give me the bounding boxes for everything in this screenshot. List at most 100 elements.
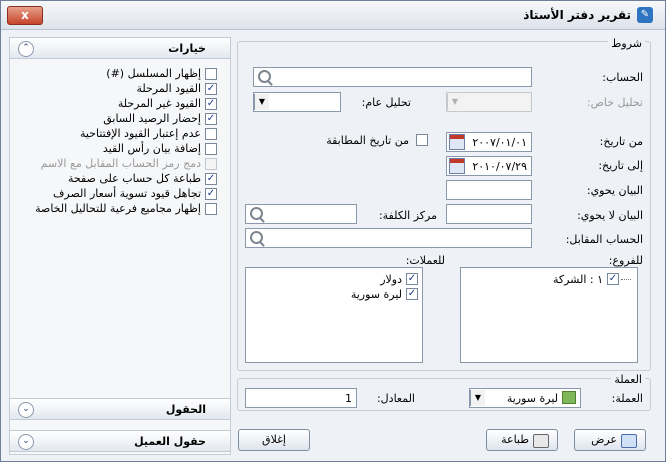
- statement-contains-label: البيان يحوي:: [586, 184, 643, 197]
- to-date-input[interactable]: ٢٠١٠/٠٧/٢٩: [446, 156, 532, 176]
- currency-dropdown[interactable]: ▼ ليرة سورية: [469, 388, 581, 408]
- search-icon[interactable]: [250, 231, 263, 244]
- list-item[interactable]: ✓ ١ : الشركة: [471, 272, 631, 287]
- list-item[interactable]: ✓ دولار: [258, 272, 418, 287]
- currencies-label: للعملات:: [405, 254, 445, 267]
- money-icon: [562, 391, 576, 404]
- option-checkbox[interactable]: ✓: [205, 188, 217, 200]
- option-checkbox: [205, 158, 217, 170]
- counter-account-input[interactable]: [245, 228, 532, 248]
- option-item: دمج رمز الحساب المقابل مع الاسم: [0, 157, 217, 172]
- from-date-value: ٢٠٠٧/٠١/٠١: [472, 136, 527, 149]
- option-label: إضافة بيان رأس القيد: [102, 142, 201, 155]
- print-button[interactable]: طباعة: [486, 429, 558, 451]
- option-item[interactable]: إظهار المسلسل (#): [0, 67, 217, 82]
- statement-not-contains-input[interactable]: [446, 204, 532, 224]
- options-list: إظهار المسلسل (#) ✓ القيود المرحلة ✓ الق…: [9, 65, 217, 225]
- option-checkbox[interactable]: ✓: [205, 113, 217, 125]
- fields-panel-title: الحقول: [165, 403, 206, 416]
- printer-icon: [533, 434, 549, 448]
- option-item[interactable]: إظهار مجاميع فرعية للتحاليل الخاصة: [0, 202, 217, 217]
- currency-checkbox[interactable]: ✓: [406, 288, 418, 300]
- title-bar: ✎ تقرير دفتر الأستاذ x: [1, 1, 665, 30]
- option-label: عدم إعتبار القيود الإفتتاحية: [79, 127, 201, 140]
- branches-list[interactable]: ✓ ١ : الشركة: [460, 267, 638, 363]
- option-checkbox[interactable]: [205, 68, 217, 80]
- fields-panel-header[interactable]: ⌄ الحقول: [9, 398, 231, 420]
- calendar-icon[interactable]: [449, 158, 465, 174]
- tree-connector: [621, 279, 631, 280]
- general-analysis-label: تحليل عام:: [361, 96, 411, 109]
- option-item[interactable]: ✓ القيود غير المرحلة: [0, 97, 217, 112]
- view-button-label: عرض: [591, 433, 617, 446]
- special-analysis-label: تحليل خاص:: [586, 96, 643, 109]
- close-button[interactable]: إغلاق: [238, 429, 310, 451]
- preview-icon: [621, 434, 637, 448]
- counter-account-label: الحساب المقابل:: [565, 233, 643, 246]
- general-analysis-dropdown[interactable]: ▼: [253, 92, 341, 112]
- equivalent-value: 1: [345, 392, 352, 405]
- option-checkbox[interactable]: [205, 143, 217, 155]
- cost-center-input[interactable]: [245, 204, 357, 224]
- currency-checkbox[interactable]: ✓: [406, 273, 418, 285]
- currency-value: ليرة سورية: [506, 392, 558, 405]
- option-checkbox[interactable]: ✓: [205, 98, 217, 110]
- chevron-down-icon[interactable]: ⌄: [18, 402, 34, 418]
- match-date-checkbox[interactable]: [416, 134, 428, 146]
- currency-group-label: العملة: [611, 373, 645, 386]
- option-label: إحضار الرصيد السابق: [103, 112, 201, 125]
- close-window-button[interactable]: x: [7, 6, 43, 25]
- statement-contains-input[interactable]: [446, 180, 532, 200]
- option-checkbox[interactable]: ✓: [205, 173, 217, 185]
- chevron-down-icon: ▼: [447, 94, 462, 110]
- chevron-up-icon[interactable]: ⌃: [18, 41, 34, 57]
- chevron-down-icon[interactable]: ▼: [470, 390, 485, 406]
- currency-label: ليرة سورية: [350, 288, 402, 301]
- view-button[interactable]: عرض: [574, 429, 646, 451]
- to-date-label: إلى تاريخ:: [598, 159, 643, 172]
- chevron-down-icon[interactable]: ▼: [254, 94, 269, 110]
- calendar-icon[interactable]: [449, 134, 465, 150]
- option-item[interactable]: ✓ إحضار الرصيد السابق: [0, 112, 217, 127]
- special-analysis-dropdown: ▼: [446, 92, 532, 112]
- window-title: تقرير دفتر الأستاذ: [523, 8, 631, 22]
- custom-fields-panel-title: حقول العميل: [134, 435, 206, 448]
- option-label: طباعة كل حساب على صفحة: [67, 172, 201, 185]
- from-date-label: من تاريخ:: [599, 135, 643, 148]
- option-label: إظهار المسلسل (#): [106, 67, 201, 80]
- chevron-down-icon[interactable]: ⌄: [18, 434, 34, 450]
- print-button-label: طباعة: [501, 433, 529, 446]
- option-item[interactable]: ✓ تجاهل قيود تسوية أسعار الصرف: [0, 187, 217, 202]
- currency-label: العملة:: [611, 392, 643, 405]
- option-label: إظهار مجاميع فرعية للتحاليل الخاصة: [35, 202, 201, 215]
- option-item[interactable]: عدم إعتبار القيود الإفتتاحية: [0, 127, 217, 142]
- account-input[interactable]: [253, 67, 532, 87]
- option-item[interactable]: ✓ القيود المرحلة: [0, 82, 217, 97]
- search-icon[interactable]: [250, 207, 263, 220]
- options-panel-title: خيارات: [168, 42, 206, 55]
- option-item[interactable]: ✓ طباعة كل حساب على صفحة: [0, 172, 217, 187]
- option-label: القيود غير المرحلة: [117, 97, 201, 110]
- option-label: دمج رمز الحساب المقابل مع الاسم: [40, 157, 201, 170]
- equivalent-input[interactable]: 1: [245, 388, 357, 408]
- branch-label: ١ : الشركة: [552, 273, 603, 286]
- custom-fields-panel-header[interactable]: ⌄ حقول العميل: [9, 430, 231, 452]
- search-icon[interactable]: [258, 70, 271, 83]
- branches-label: للفروع:: [608, 254, 643, 267]
- option-checkbox[interactable]: [205, 128, 217, 140]
- options-panel-header[interactable]: ⌃ خيارات: [9, 37, 231, 59]
- branch-checkbox[interactable]: ✓: [607, 273, 619, 285]
- option-checkbox[interactable]: [205, 203, 217, 215]
- list-item[interactable]: ✓ ليرة سورية: [258, 287, 418, 302]
- app-icon: ✎: [637, 7, 653, 23]
- conditions-group-label: شروط: [608, 37, 645, 50]
- option-checkbox[interactable]: ✓: [205, 83, 217, 95]
- statement-not-contains-label: البيان لا يحوي:: [577, 209, 643, 222]
- option-label: القيود المرحلة: [136, 82, 201, 95]
- from-date-input[interactable]: ٢٠٠٧/٠١/٠١: [446, 132, 532, 152]
- account-label: الحساب:: [602, 71, 643, 84]
- currencies-list[interactable]: ✓ دولار ✓ ليرة سورية: [245, 267, 423, 363]
- option-item[interactable]: إضافة بيان رأس القيد: [0, 142, 217, 157]
- option-label: تجاهل قيود تسوية أسعار الصرف: [53, 187, 201, 200]
- report-window: ✎ تقرير دفتر الأستاذ x شروط الحساب: تحلي…: [0, 0, 666, 462]
